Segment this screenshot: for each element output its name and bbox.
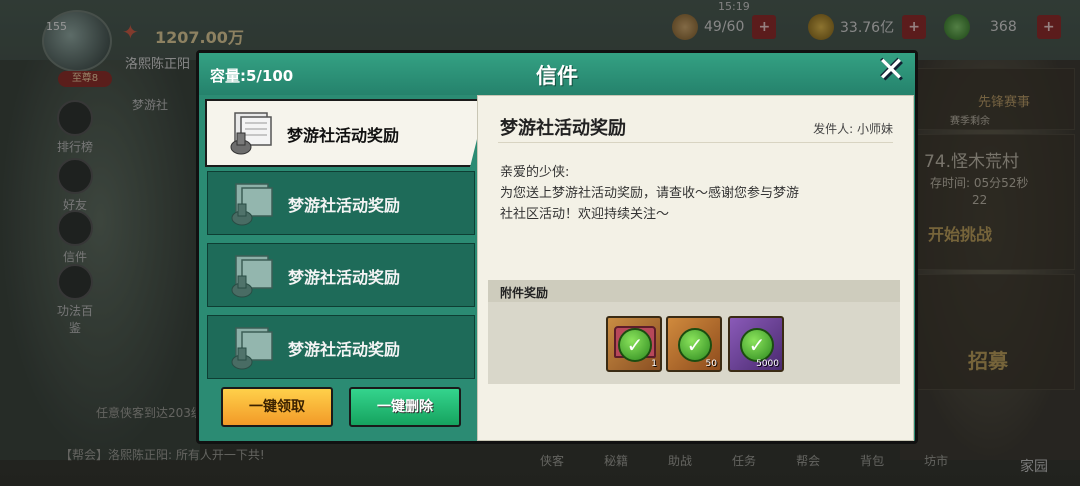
dialog-title: 信件 <box>536 64 578 88</box>
mail-body: 亲爱的少侠: 为您送上梦游社活动奖励，请查收～感谢您参与梦游 社社区活动！欢迎持… <box>500 162 880 225</box>
mail-item-label: 梦游社活动奖励 <box>287 126 400 145</box>
mail-item-label: 梦游社活动奖励 <box>288 268 401 287</box>
letter-icon <box>231 327 273 370</box>
divider <box>498 142 893 143</box>
mail-detail-panel: 梦游社活动奖励 发件人: 小师妹 亲爱的少侠: 为您送上梦游社活动奖励，请查收～… <box>477 95 914 441</box>
reward-qty: 5000 <box>756 359 779 369</box>
check-icon: ✓ <box>678 328 712 362</box>
mail-item[interactable]: 梦游社活动奖励 <box>205 99 487 167</box>
claim-all-button[interactable]: 一键领取 <box>221 387 333 427</box>
attachment-title: 附件奖励 <box>500 286 549 300</box>
mail-item[interactable]: 梦游社活动奖励 <box>207 171 475 235</box>
attachment-header <box>488 280 900 302</box>
letter-icon <box>231 183 273 226</box>
letter-icon <box>230 112 272 155</box>
check-icon: ✓ <box>740 328 774 362</box>
mail-body-line: 为您送上梦游社活动奖励，请查收～感谢您参与梦游 <box>500 186 800 201</box>
mail-list: 梦游社活动奖励 梦游社活动奖励 梦游社活动奖励 梦游社活动奖励 <box>205 99 487 379</box>
reward-qty: 50 <box>705 359 717 369</box>
mail-sender: 发件人: 小师妹 <box>813 122 893 136</box>
mail-body-line: 社社区活动！欢迎持续关注～ <box>500 207 670 222</box>
reward-item[interactable]: ✓ 5000 <box>728 316 784 372</box>
reward-item[interactable]: ✓ 50 <box>666 316 722 372</box>
reward-qty: 1 <box>651 359 657 369</box>
mail-item-label: 梦游社活动奖励 <box>288 196 401 215</box>
mail-item-label: 梦游社活动奖励 <box>288 340 401 359</box>
mail-item[interactable]: 梦游社活动奖励 <box>207 243 475 307</box>
mail-item[interactable]: 梦游社活动奖励 <box>207 315 475 379</box>
mail-body-line: 亲爱的少侠: <box>500 165 570 180</box>
letter-icon <box>231 255 273 298</box>
attachment-section: 附件奖励 ✓ 1 ✓ 50 ✓ 5000 <box>488 280 900 384</box>
delete-all-button[interactable]: 一键删除 <box>349 387 461 427</box>
mail-title: 梦游社活动奖励 <box>500 118 626 139</box>
check-icon: ✓ <box>618 328 652 362</box>
mail-dialog: 容量:5/100 信件 ✕ 梦游社活动奖励 梦游社活动奖励 梦游社活动奖励 梦游… <box>196 50 918 444</box>
close-icon[interactable]: ✕ <box>871 51 911 89</box>
reward-item[interactable]: ✓ 1 <box>606 316 662 372</box>
